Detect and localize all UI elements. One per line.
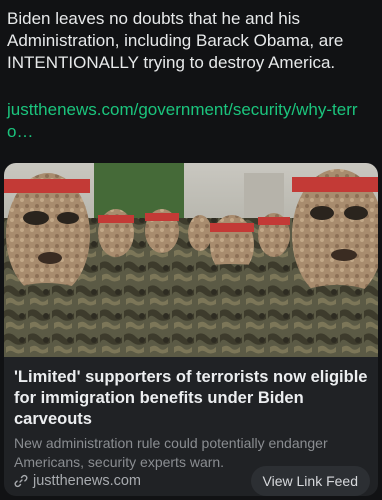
view-link-feed-button[interactable]: View Link Feed — [250, 466, 370, 496]
card-title[interactable]: 'Limited' supporters of terrorists now e… — [14, 367, 370, 430]
post-link[interactable]: justthenews.com/government/security/why-… — [7, 99, 377, 143]
card-image[interactable] — [4, 163, 378, 357]
card-footer: justthenews.com View Link Feed — [14, 466, 370, 496]
post-text: Biden leaves no doubts that he and his A… — [7, 9, 344, 72]
link-preview-card[interactable]: 'Limited' supporters of terrorists now e… — [4, 163, 378, 496]
link-icon — [14, 474, 28, 488]
card-domain[interactable]: justthenews.com — [33, 473, 141, 489]
